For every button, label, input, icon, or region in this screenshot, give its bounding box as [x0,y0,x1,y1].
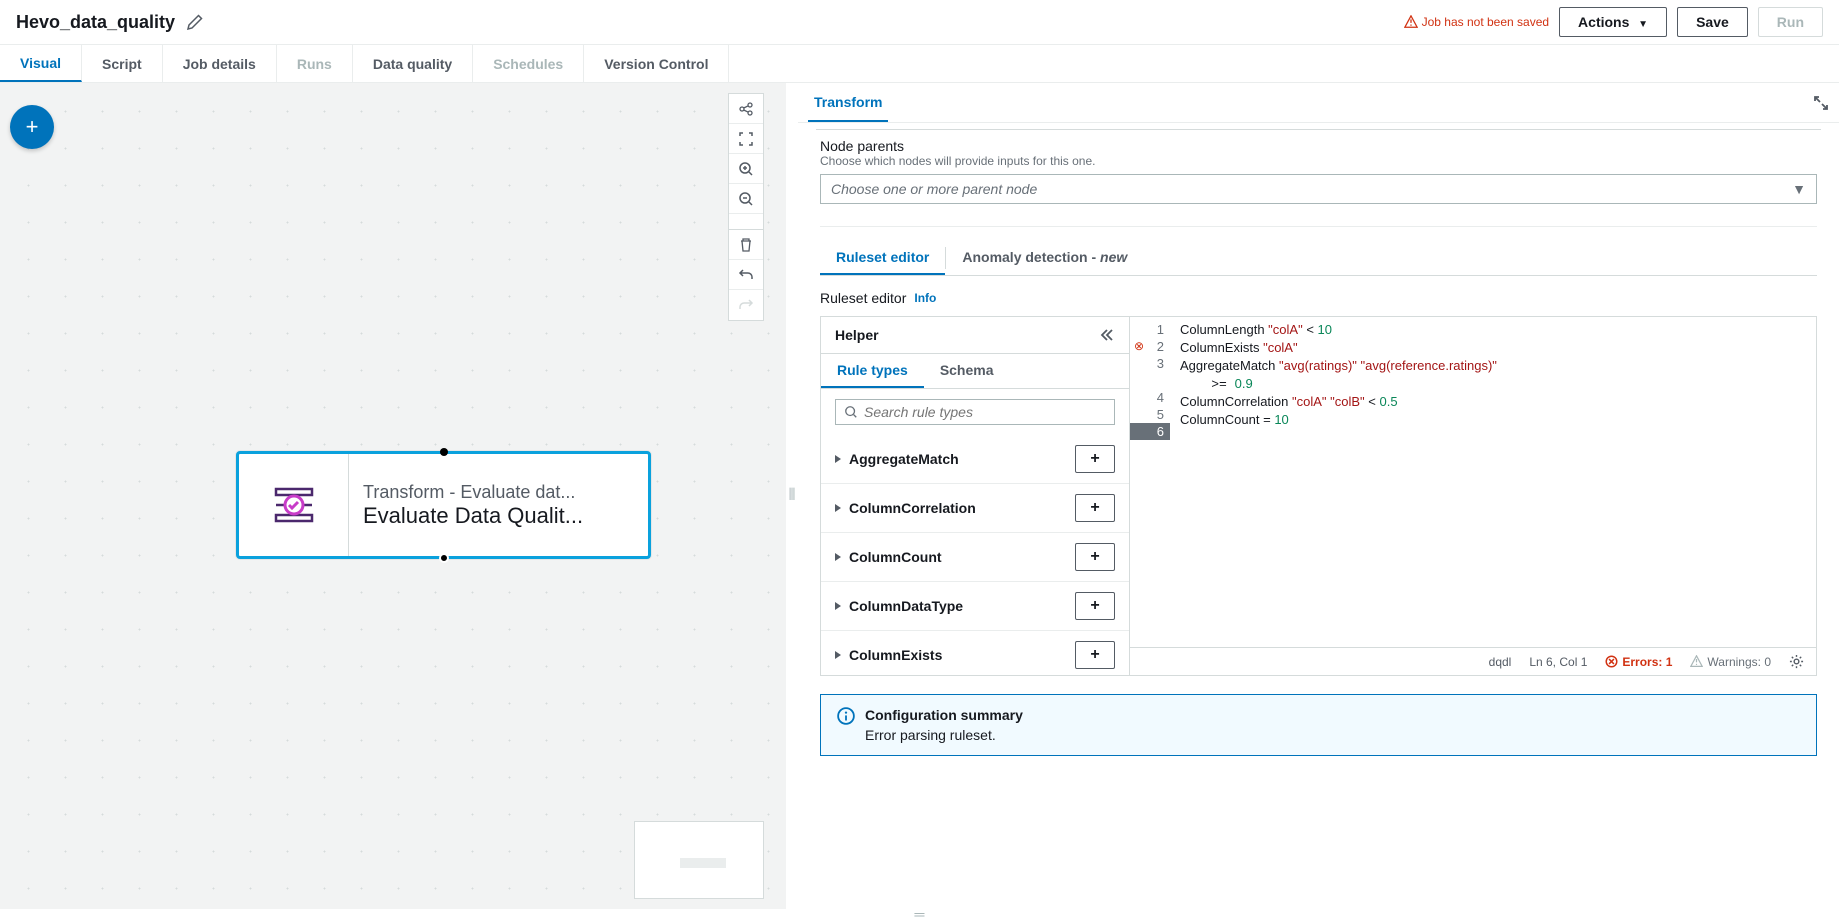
zoom-out-icon[interactable] [729,184,763,214]
header: Hevo_data_quality Job has not been saved… [0,0,1839,45]
canvas[interactable]: + Transf [0,83,786,909]
minimap-node [680,858,726,868]
rule-type-item: ColumnCount+ [821,533,1129,582]
minimap[interactable] [634,821,764,899]
rule-type-item: ColumnExists+ [821,631,1129,675]
add-rule-button[interactable]: + [1075,592,1115,620]
redo-icon [729,290,763,320]
search-icon [844,405,858,419]
code-body[interactable]: ⊗ 123 456 ColumnLength "colA" < 10 Colum… [1130,317,1816,647]
canvas-toolbar [728,93,764,321]
add-rule-button[interactable]: + [1075,641,1115,669]
expand-panel-icon[interactable] [1813,95,1829,111]
bottom-resize-handle[interactable]: ═ [0,909,1839,919]
search-rule-types-input[interactable] [864,404,1106,420]
node-input-port[interactable] [440,448,448,456]
tab-script[interactable]: Script [82,45,163,82]
toolbar-separator [729,214,763,230]
code-lang: dqdl [1489,655,1512,669]
run-button[interactable]: Run [1758,7,1823,37]
code-gutter: ⊗ 123 456 [1130,317,1170,647]
expand-icon [835,553,841,561]
info-icon [837,707,855,743]
editor-settings-icon[interactable] [1789,654,1804,669]
fit-icon[interactable] [729,124,763,154]
node-text: Transform - Evaluate dat... Evaluate Dat… [349,482,597,529]
search-rule-types[interactable] [835,399,1115,425]
add-rule-button[interactable]: + [1075,543,1115,571]
node-parents-label: Node parents [820,138,1817,154]
edit-icon[interactable] [187,14,203,30]
tab-job-details[interactable]: Job details [163,45,277,82]
expand-icon [835,455,841,463]
tab-visual[interactable]: Visual [0,45,82,82]
code-content[interactable]: ColumnLength "colA" < 10 ColumnExists "c… [1170,317,1816,647]
helper-tab-schema[interactable]: Schema [924,354,1010,388]
ruleset-tabs: Ruleset editor Anomaly detection - new [820,241,1817,276]
ruleset-title: Ruleset editor [820,290,906,306]
node-title: Evaluate Data Qualit... [363,503,583,529]
tab-schedules: Schedules [473,45,584,82]
summary-body: Error parsing ruleset. [865,727,1023,743]
chevron-down-icon: ▼ [1792,181,1806,197]
header-right: Job has not been saved Actions Save Run [1404,7,1823,37]
panel-body: Node parents Choose which nodes will pro… [798,123,1839,909]
helper-panel: Helper Rule types Schema Aggreg [820,316,1130,676]
cursor-position: Ln 6, Col 1 [1529,655,1587,669]
panel-tabs: Transform [798,83,1839,123]
panel-resize-handle[interactable]: ⦀ [786,83,798,909]
rule-type-item: ColumnCorrelation+ [821,484,1129,533]
tab-data-quality[interactable]: Data quality [353,45,473,82]
node-evaluate-data-quality[interactable]: Transform - Evaluate dat... Evaluate Dat… [236,451,651,559]
node-output-port[interactable] [439,553,449,563]
warning-triangle-icon [1404,15,1418,29]
properties-panel: Transform Node parents Choose which node… [798,83,1839,909]
share-icon[interactable] [729,94,763,124]
add-rule-button[interactable]: + [1075,445,1115,473]
header-left: Hevo_data_quality [16,12,203,33]
tab-anomaly-detection[interactable]: Anomaly detection - new [946,241,1143,275]
ruleset-header: Ruleset editor Info [820,290,1817,306]
warning-count[interactable]: Warnings: 0 [1690,655,1771,669]
main-tabs: Visual Script Job details Runs Data qual… [0,45,1839,83]
node-icon [239,454,349,556]
rule-type-item: AggregateMatch+ [821,435,1129,484]
helper-head: Helper [821,317,1129,353]
code-status-bar: dqdl Ln 6, Col 1 Errors: 1 Warnings: 0 [1130,647,1816,675]
expand-icon [835,504,841,512]
delete-icon[interactable] [729,230,763,260]
rule-type-list: AggregateMatch+ ColumnCorrelation+ Colum… [821,435,1129,675]
node-parents-help: Choose which nodes will provide inputs f… [820,154,1817,168]
tab-version-control[interactable]: Version Control [584,45,729,82]
zoom-in-icon[interactable] [729,154,763,184]
helper-tab-rule-types[interactable]: Rule types [821,354,924,388]
add-rule-button[interactable]: + [1075,494,1115,522]
job-title: Hevo_data_quality [16,12,175,33]
undo-icon[interactable] [729,260,763,290]
error-count[interactable]: Errors: 1 [1605,655,1672,669]
node-parents-select[interactable]: Choose one or more parent node ▼ [820,174,1817,204]
configuration-summary: Configuration summary Error parsing rule… [820,694,1817,756]
editor-row: Helper Rule types Schema Aggreg [820,316,1817,676]
summary-title: Configuration summary [865,707,1023,723]
save-button[interactable]: Save [1677,7,1748,37]
helper-tabs: Rule types Schema [821,353,1129,389]
actions-button[interactable]: Actions [1559,7,1667,37]
rule-type-item: ColumnDataType+ [821,582,1129,631]
node-subtitle: Transform - Evaluate dat... [363,482,583,503]
tab-ruleset-editor[interactable]: Ruleset editor [820,241,945,275]
unsaved-warning: Job has not been saved [1404,15,1549,29]
code-editor[interactable]: ⊗ 123 456 ColumnLength "colA" < 10 Colum… [1130,316,1817,676]
main: + Transf [0,83,1839,909]
tab-runs: Runs [277,45,353,82]
panel-tab-transform[interactable]: Transform [808,84,888,122]
expand-icon [835,602,841,610]
info-link[interactable]: Info [914,291,936,305]
expand-icon [835,651,841,659]
add-node-button[interactable]: + [10,105,54,149]
collapse-helper-icon[interactable] [1099,327,1115,343]
error-gutter-icon: ⊗ [1134,338,1144,355]
